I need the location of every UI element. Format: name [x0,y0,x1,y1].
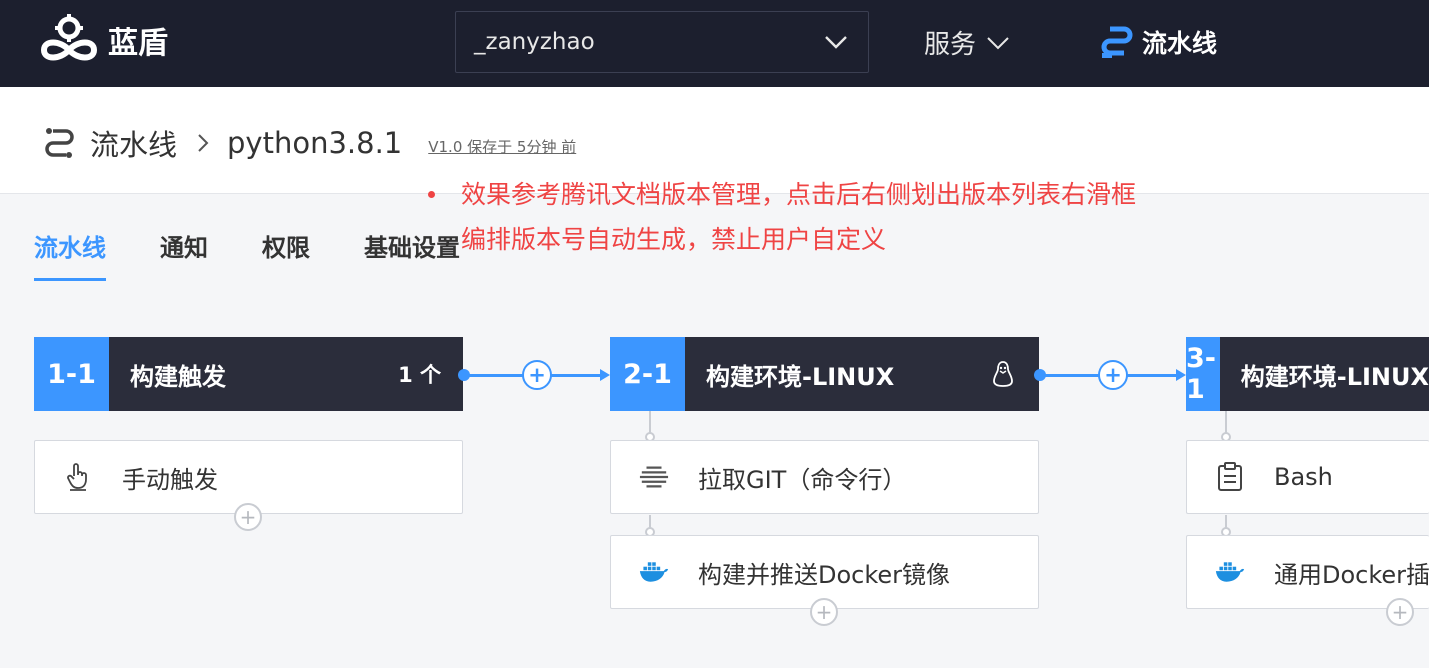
logo-text: 蓝盾 [108,26,168,61]
job-label: 手动触发 [122,465,218,494]
logo[interactable]: 蓝盾 [38,14,168,66]
annotation-line-1: 效果参考腾讯文档版本管理，点击后右侧划出版本列表右滑框 [461,180,1137,209]
stage-number: 1-1 [34,337,109,411]
job-label: Bash [1274,463,1333,491]
stage-name: 构建触发 [130,362,226,391]
trigger-count: 1 个 [398,363,441,387]
project-select[interactable]: _zanyzhao [455,11,869,73]
bluking-logo-icon [40,14,98,61]
stage-header[interactable]: 2-1 构建环境-LINUX [610,337,1039,411]
docker-icon [639,557,669,587]
add-job-button[interactable]: + [1386,598,1414,626]
job-label: 拉取GIT（命令行） [698,465,907,494]
arrow-right-icon [1176,369,1186,381]
git-icon [639,462,669,492]
pipeline-nav-link[interactable]: 流水线 [1098,24,1217,60]
services-label: 服务 [924,30,977,60]
tab-basic-settings[interactable]: 基础设置 [364,228,460,281]
job-item[interactable]: Bash [1186,440,1429,514]
breadcrumb: 流水线 python3.8.1 V1.0 保存于 5分钟 前 [42,122,576,164]
arrow-right-icon [600,369,610,381]
add-job-button[interactable]: + [810,598,838,626]
clipboard-icon [1215,462,1245,492]
pipeline-nav-label: 流水线 [1142,29,1218,58]
tab-bar: 流水线 通知 权限 基础设置 [34,228,514,281]
chevron-right-icon [198,134,209,152]
annotation-line-2: 编排版本号自动生成，禁止用户自定义 [461,225,887,254]
pipeline-icon [1101,26,1133,58]
services-menu[interactable]: 服务 [924,24,1010,61]
stage-header[interactable]: 1-1 构建触发 1 个 [34,337,463,411]
docker-icon [1215,557,1245,587]
annotation-note: 效果参考腾讯文档版本管理，点击后右侧划出版本列表右滑框 编排版本号自动生成，禁止… [428,172,1136,262]
version-link[interactable]: V1.0 保存于 5分钟 前 [428,136,576,157]
job-item[interactable]: 通用Docker插件 [1186,535,1429,609]
tab-notification[interactable]: 通知 [160,228,208,281]
add-stage-button[interactable]: + [522,360,552,390]
annotation-line: 效果参考腾讯文档版本管理，点击后右侧划出版本列表右滑框 [428,172,1136,217]
chevron-down-icon [825,36,847,49]
linux-penguin-icon [993,361,1013,387]
hand-pointer-icon [63,462,93,492]
bullet-dot [428,191,435,198]
tab-permission[interactable]: 权限 [262,228,310,281]
stage-number: 3-1 [1186,337,1220,411]
add-job-button[interactable]: + [234,503,262,531]
pipeline-icon [45,128,74,158]
top-navbar: 蓝盾 _zanyzhao 服务 流水线 [0,0,1429,87]
stage-name: 构建环境-LINUX [1240,362,1429,391]
job-item[interactable]: 拉取GIT（命令行） [610,440,1039,514]
project-select-value: _zanyzhao [474,29,595,55]
add-stage-button[interactable]: + [1098,360,1128,390]
stage-number: 2-1 [610,337,685,411]
stage-header[interactable]: 3-1 构建环境-LINUX [1186,337,1429,411]
tab-pipeline[interactable]: 流水线 [34,228,106,281]
chevron-down-icon [987,36,1009,49]
breadcrumb-root-link[interactable]: 流水线 [90,122,177,164]
pipeline-name: python3.8.1 [227,126,403,160]
job-label: 通用Docker插件 [1274,560,1429,589]
job-label: 构建并推送Docker镜像 [698,560,951,589]
stage-name: 构建环境-LINUX [706,362,895,391]
